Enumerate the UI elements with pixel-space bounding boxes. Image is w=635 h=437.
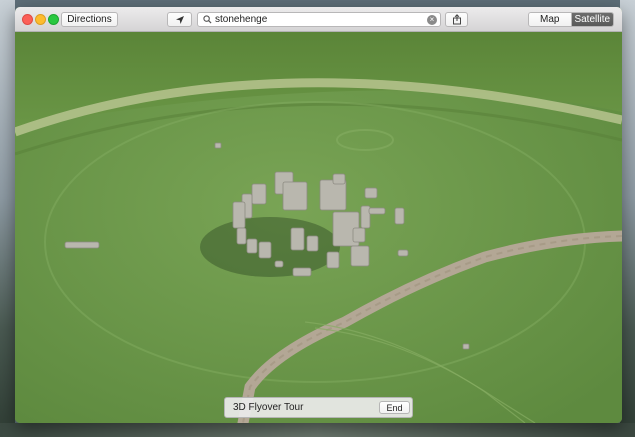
desktop-background-right bbox=[620, 0, 635, 437]
desktop-background-left bbox=[0, 0, 15, 437]
maps-window: Directions stonehenge × Map Satellite 3D… bbox=[15, 7, 622, 423]
search-field[interactable]: stonehenge × bbox=[197, 12, 441, 27]
desktop-background-bottom bbox=[0, 423, 635, 437]
satellite-map-view[interactable] bbox=[15, 32, 622, 423]
satellite-segment[interactable]: Satellite bbox=[571, 13, 613, 26]
location-arrow-icon bbox=[175, 15, 184, 24]
share-button[interactable] bbox=[445, 12, 468, 27]
flyover-tour-bar: 3D Flyover Tour End bbox=[224, 397, 413, 418]
flyover-tour-label: 3D Flyover Tour bbox=[233, 402, 304, 413]
search-icon bbox=[200, 13, 214, 26]
directions-button[interactable]: Directions bbox=[61, 12, 118, 27]
end-tour-button[interactable]: End bbox=[379, 401, 410, 414]
minimize-window-button[interactable] bbox=[35, 14, 46, 25]
clear-icon[interactable]: × bbox=[427, 14, 437, 25]
share-icon bbox=[452, 14, 461, 25]
map-segment[interactable]: Map bbox=[529, 13, 572, 26]
toolbar: Directions stonehenge × Map Satellite bbox=[15, 7, 622, 32]
map-type-selector: Map Satellite bbox=[528, 12, 614, 27]
search-input[interactable]: stonehenge bbox=[215, 13, 427, 26]
current-location-button[interactable] bbox=[167, 12, 192, 27]
zoom-window-button[interactable] bbox=[48, 14, 59, 25]
close-window-button[interactable] bbox=[22, 14, 33, 25]
